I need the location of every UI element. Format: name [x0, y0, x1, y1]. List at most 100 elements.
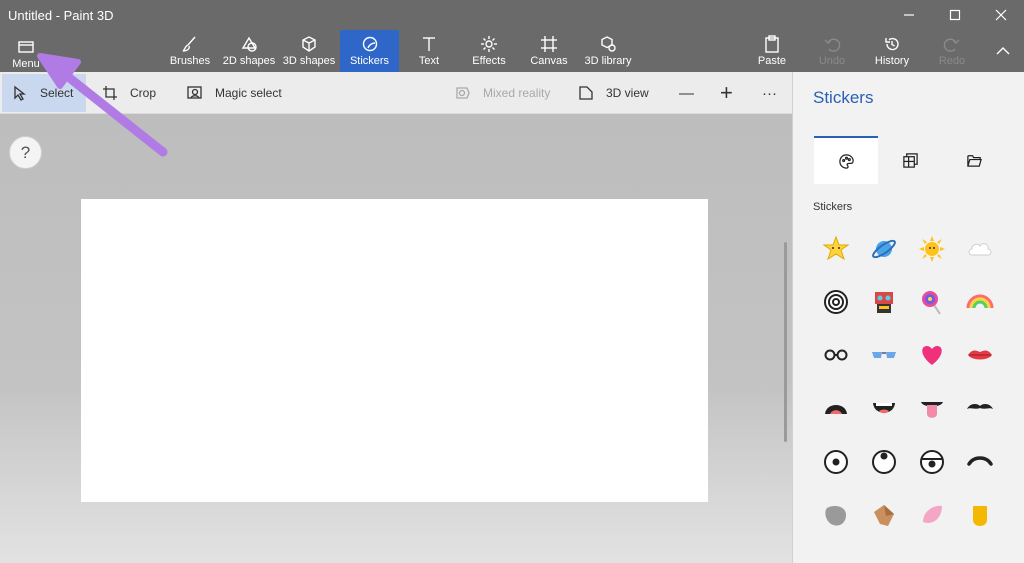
text-button[interactable]: Text	[402, 30, 456, 72]
brushes-button[interactable]: Brushes	[162, 30, 218, 72]
mixed-reality-icon	[456, 87, 470, 99]
lollipop-sticker[interactable]	[916, 286, 948, 318]
redo-button[interactable]: Redo	[928, 30, 976, 72]
stickers-button[interactable]: Stickers	[340, 30, 399, 72]
heart-sticker[interactable]	[916, 339, 948, 371]
open-mouth-sticker[interactable]	[820, 392, 852, 424]
sunglasses-sticker[interactable]	[868, 339, 900, 371]
pink-texture-sticker[interactable]	[916, 500, 948, 532]
maximize-icon	[949, 9, 961, 21]
3d-shapes-button[interactable]: 3D shapes	[280, 30, 338, 72]
3d-library-label: 3D library	[584, 55, 632, 67]
more-options-button[interactable]: ···	[762, 72, 777, 114]
chevron-up-icon	[996, 47, 1010, 55]
collapse-ribbon-button[interactable]	[988, 30, 1018, 72]
tab-textures[interactable]	[878, 136, 942, 184]
tab-custom[interactable]	[942, 136, 1006, 184]
3d-view-tool[interactable]: 3D view	[578, 72, 649, 114]
redo-icon	[943, 38, 960, 52]
brush-icon	[182, 36, 196, 52]
history-label: History	[874, 55, 910, 67]
undo-label: Undo	[818, 55, 846, 67]
eye-up-sticker[interactable]	[868, 446, 900, 478]
tab-stickers[interactable]	[814, 136, 878, 184]
menu-label: Menu	[12, 58, 40, 70]
planet-sticker[interactable]	[868, 233, 900, 265]
yellow-texture-sticker[interactable]	[964, 500, 996, 532]
robot-sticker[interactable]	[868, 286, 900, 318]
help-button[interactable]: ?	[9, 136, 42, 169]
cursor-icon	[14, 85, 26, 101]
sun-sticker[interactable]	[916, 233, 948, 265]
history-button[interactable]: History	[868, 30, 916, 72]
paste-button[interactable]: Paste	[748, 30, 796, 72]
magic-select-icon	[187, 86, 202, 99]
minimize-button[interactable]	[886, 0, 932, 30]
eye-sticker[interactable]	[820, 446, 852, 478]
drawing-canvas[interactable]	[81, 199, 708, 502]
paste-label: Paste	[757, 55, 787, 67]
vertical-scrollbar[interactable]	[784, 242, 787, 442]
close-button[interactable]	[978, 0, 1024, 30]
eye-lid-sticker[interactable]	[916, 446, 948, 478]
palette-icon	[838, 153, 854, 169]
select-tool[interactable]: Select	[12, 72, 73, 114]
brushes-label: Brushes	[169, 55, 211, 67]
folder-open-icon	[966, 154, 982, 167]
effects-button[interactable]: Effects	[462, 30, 516, 72]
glasses-sticker[interactable]	[820, 339, 852, 371]
rainbow-sticker[interactable]	[964, 286, 996, 318]
menu-button[interactable]: Menu	[6, 33, 46, 75]
smile-mouth-sticker[interactable]	[868, 392, 900, 424]
zoom-out-button[interactable]: —	[679, 72, 694, 114]
2d-shapes-button[interactable]: 2D shapes	[220, 30, 278, 72]
title-ribbon-bar: Untitled - Paint 3D Menu Brushes 2D shap…	[0, 0, 1024, 72]
panel-tabs	[793, 136, 1024, 184]
cube-icon	[302, 36, 316, 52]
undo-icon	[824, 38, 841, 52]
magic-select-label: Magic select	[215, 86, 282, 100]
help-label: ?	[20, 142, 31, 162]
cloud-sticker[interactable]	[964, 233, 996, 265]
folder-icon	[18, 41, 34, 53]
text-icon	[423, 37, 435, 51]
crop-label: Crop	[130, 86, 157, 100]
magic-select-tool[interactable]: Magic select	[187, 72, 282, 114]
stickers-label: Stickers	[349, 55, 390, 67]
zoom-in-button[interactable]: +	[720, 72, 733, 114]
gray-texture-sticker[interactable]	[820, 500, 852, 532]
undo-button[interactable]: Undo	[808, 30, 856, 72]
3d-library-button[interactable]: 3D library	[580, 30, 636, 72]
canvas-label: Canvas	[530, 55, 568, 67]
canvas-icon	[541, 36, 557, 52]
lips-sticker[interactable]	[964, 339, 996, 371]
tongue-sticker[interactable]	[916, 392, 948, 424]
star-sticker[interactable]	[820, 233, 852, 265]
canvas-button[interactable]: Canvas	[522, 30, 576, 72]
maximize-button[interactable]	[932, 0, 978, 30]
2d-shapes-icon	[241, 36, 257, 52]
window-title: Untitled - Paint 3D	[8, 8, 114, 23]
eyebrow-sticker[interactable]	[964, 446, 996, 478]
minimize-icon	[904, 14, 914, 16]
text-label: Text	[418, 55, 440, 67]
zoom-out-label: —	[679, 84, 694, 102]
select-label: Select	[40, 86, 74, 100]
zoom-in-label: +	[720, 80, 733, 105]
mixed-reality-tool[interactable]: Mixed reality	[455, 72, 550, 114]
spiral-sticker[interactable]	[820, 286, 852, 318]
mixed-reality-label: Mixed reality	[483, 86, 551, 100]
texture-icon	[902, 152, 918, 168]
3d-view-icon	[579, 86, 593, 100]
3d-shapes-label: 3D shapes	[282, 55, 336, 67]
wood-texture-sticker[interactable]	[868, 500, 900, 532]
crop-tool[interactable]: Crop	[102, 72, 156, 114]
more-options-label: ···	[762, 84, 777, 102]
mustache-sticker[interactable]	[964, 392, 996, 424]
clipboard-icon	[765, 35, 779, 53]
section-label: Stickers	[813, 201, 853, 213]
panel-title: Stickers	[813, 88, 874, 107]
sun-effects-icon	[481, 36, 497, 52]
close-icon	[995, 9, 1007, 21]
window-controls	[886, 0, 1024, 30]
